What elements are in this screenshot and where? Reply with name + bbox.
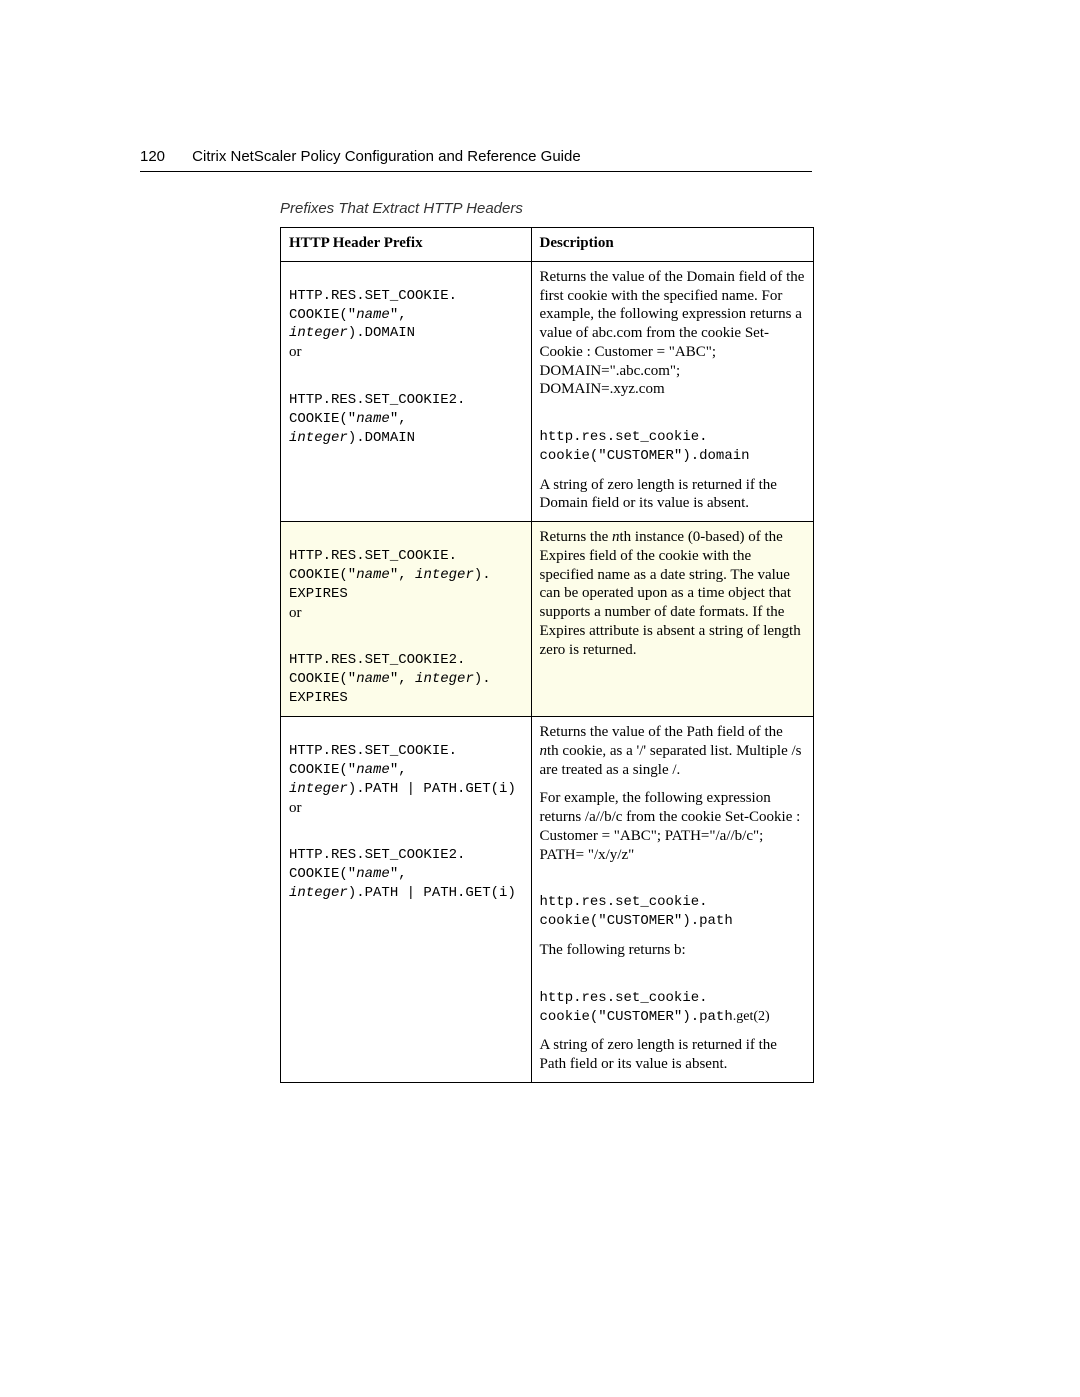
desc-paragraph: Returns the value of the Domain field of… bbox=[540, 268, 806, 399]
desc-paragraph: Returns the value of the Path field of t… bbox=[540, 723, 806, 779]
cell-description: Returns the nth instance (0-based) of th… bbox=[531, 522, 814, 717]
content-block: Prefixes That Extract HTTP Headers HTTP … bbox=[280, 200, 814, 1083]
running-header: 120 Citrix NetScaler Policy Configuratio… bbox=[140, 148, 812, 172]
cell-description: Returns the value of the Path field of t… bbox=[531, 717, 814, 1083]
code-block: http.res.set_cookie. cookie("CUSTOMER").… bbox=[540, 874, 806, 931]
col-header-prefix: HTTP Header Prefix bbox=[281, 228, 532, 262]
prefix-table: HTTP Header Prefix Description HTTP.RES.… bbox=[280, 227, 814, 1083]
code-block: HTTP.RES.SET_COOKIE. COOKIE("name", inte… bbox=[289, 723, 523, 799]
desc-paragraph: Returns the nth instance (0-based) of th… bbox=[540, 528, 806, 659]
cell-prefix: HTTP.RES.SET_COOKIE. COOKIE("name", inte… bbox=[281, 717, 532, 1083]
table-row: HTTP.RES.SET_COOKIE. COOKIE("name", inte… bbox=[281, 522, 814, 717]
desc-paragraph: A string of zero length is returned if t… bbox=[540, 1036, 806, 1074]
or-separator: or bbox=[289, 343, 523, 362]
desc-paragraph: The following returns b: bbox=[540, 941, 806, 960]
cell-prefix: HTTP.RES.SET_COOKIE. COOKIE("name", inte… bbox=[281, 261, 532, 521]
or-separator: or bbox=[289, 799, 523, 818]
cell-description: Returns the value of the Domain field of… bbox=[531, 261, 814, 521]
code-block: HTTP.RES.SET_COOKIE. COOKIE("name", inte… bbox=[289, 528, 523, 604]
col-header-description: Description bbox=[531, 228, 814, 262]
table-header-row: HTTP Header Prefix Description bbox=[281, 228, 814, 262]
table-row: HTTP.RES.SET_COOKIE. COOKIE("name", inte… bbox=[281, 261, 814, 521]
code-block: http.res.set_cookie. cookie("CUSTOMER").… bbox=[540, 970, 806, 1027]
code-block: HTTP.RES.SET_COOKIE2. COOKIE("name", int… bbox=[289, 827, 523, 903]
table-row: HTTP.RES.SET_COOKIE. COOKIE("name", inte… bbox=[281, 717, 814, 1083]
table-caption: Prefixes That Extract HTTP Headers bbox=[280, 200, 814, 217]
doc-title: Citrix NetScaler Policy Configuration an… bbox=[192, 148, 581, 165]
code-block: HTTP.RES.SET_COOKIE2. COOKIE("name", int… bbox=[289, 372, 523, 448]
desc-paragraph: For example, the following expression re… bbox=[540, 789, 806, 864]
page: 120 Citrix NetScaler Policy Configuratio… bbox=[0, 0, 1080, 1397]
desc-paragraph: A string of zero length is returned if t… bbox=[540, 476, 806, 514]
cell-prefix: HTTP.RES.SET_COOKIE. COOKIE("name", inte… bbox=[281, 522, 532, 717]
code-block: HTTP.RES.SET_COOKIE2. COOKIE("name", int… bbox=[289, 632, 523, 708]
or-separator: or bbox=[289, 604, 523, 623]
code-block: http.res.set_cookie. cookie("CUSTOMER").… bbox=[540, 409, 806, 466]
page-number: 120 bbox=[140, 148, 188, 165]
code-block: HTTP.RES.SET_COOKIE. COOKIE("name", inte… bbox=[289, 268, 523, 344]
